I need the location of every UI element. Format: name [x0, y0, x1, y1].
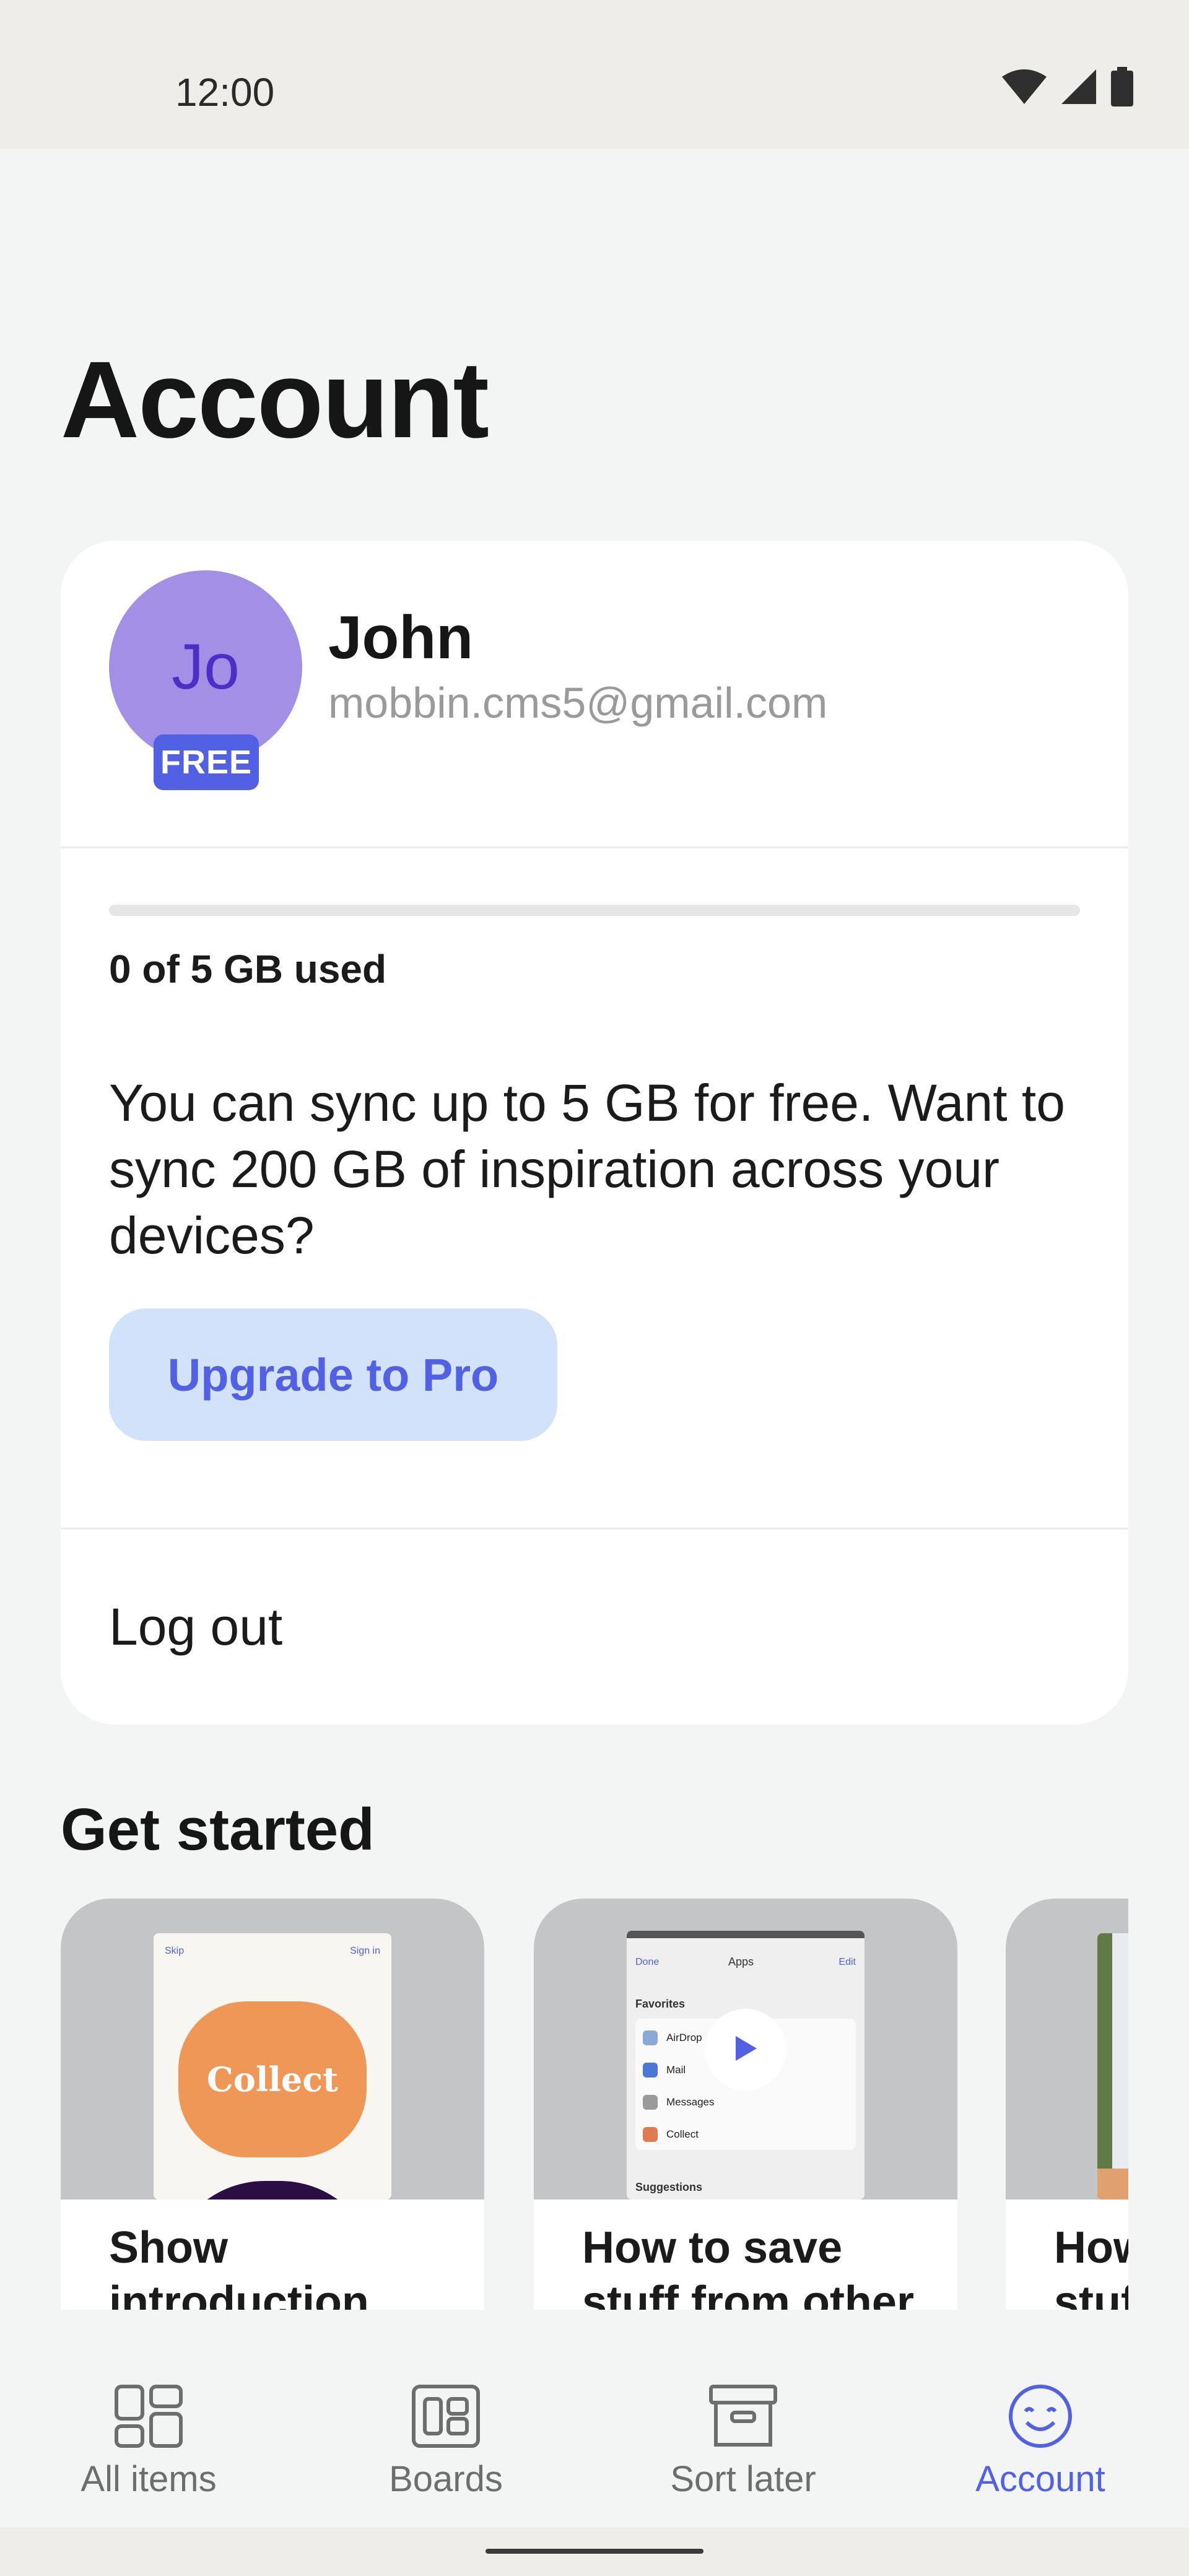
cellular-signal-icon — [1060, 68, 1097, 105]
phone-screenshot: Skip Sign in Collect — [154, 1933, 391, 2200]
account-card: Jo FREE John mobbin.cms5@gmail.com 0 of … — [61, 541, 1128, 1725]
gesture-handle[interactable] — [486, 2549, 703, 2554]
guide-card-introduction[interactable]: Skip Sign in Collect Show introduction — [61, 1899, 484, 2310]
plan-badge: FREE — [154, 734, 259, 790]
guide-thumbnail: Skip Sign in Collect — [61, 1899, 484, 2200]
guide-thumbnail: Done Apps Edit Favorites AirDrop Mail Me… — [534, 1899, 957, 2200]
thumb-headline: Collect — [206, 2060, 339, 2099]
nav-account[interactable]: Account — [892, 2310, 1189, 2528]
user-email: mobbin.cms5@gmail.com — [328, 679, 828, 727]
thumb-favorites-text: Favorites — [635, 1998, 686, 2010]
nav-label: Account — [975, 2459, 1105, 2499]
nav-label: Sort later — [670, 2459, 816, 2499]
log-out-button[interactable]: Log out — [61, 1530, 1128, 1725]
thumb-sign-in-text: Sign in — [350, 1946, 380, 1956]
upsell-text: You can sync up to 5 GB for free. Want t… — [109, 1074, 1065, 1264]
thumb-edit-text: Edit — [838, 1957, 856, 1967]
archive-box-icon — [708, 2384, 778, 2448]
smiley-icon — [1006, 2384, 1075, 2448]
nav-label: Boards — [389, 2459, 503, 2499]
page-title: Account — [61, 339, 489, 461]
thumb-skip-text: Skip — [165, 1946, 185, 1956]
play-icon — [732, 2034, 759, 2066]
storage-usage-label: 0 of 5 GB used — [109, 947, 387, 991]
wifi-icon — [1001, 68, 1048, 105]
nav-label: All items — [81, 2459, 217, 2499]
thumb-suggestions-text: Suggestions — [635, 2181, 703, 2193]
phone-screenshot — [1097, 1933, 1128, 2200]
boards-icon — [411, 2384, 481, 2448]
guide-card-label: Show introduction — [109, 2223, 369, 2310]
status-bar: 12:00 — [0, 0, 1189, 149]
thumb-list-row: Collect — [643, 2119, 853, 2150]
thumb-done-text: Done — [635, 1957, 660, 1967]
play-video-button[interactable] — [705, 2009, 786, 2091]
grid-icon — [114, 2384, 183, 2448]
guide-card-label: How to save stuff — [1054, 2223, 1128, 2310]
user-name: John — [328, 603, 474, 671]
nav-boards[interactable]: Boards — [297, 2310, 594, 2528]
status-icons — [1001, 67, 1135, 107]
log-out-label: Log out — [109, 1598, 283, 1656]
gesture-navigation-area — [0, 2528, 1189, 2576]
guide-card-save-from-apps[interactable]: Done Apps Edit Favorites AirDrop Mail Me… — [534, 1899, 957, 2310]
decorative-shape — [166, 2181, 379, 2200]
bottom-navigation: All items Boards Sort later Account — [0, 2310, 1189, 2528]
thumb-list-row: Messages — [643, 2087, 853, 2118]
get-started-carousel[interactable]: Skip Sign in Collect Show introduction D… — [61, 1899, 1128, 2310]
battery-icon — [1110, 67, 1135, 107]
guide-card-save-stuff[interactable]: How to save stuff — [1006, 1899, 1128, 2310]
get-started-title: Get started — [61, 1796, 375, 1863]
collect-logo: Collect — [178, 2001, 367, 2157]
status-time: 12:00 — [175, 70, 275, 115]
avatar-initials: Jo — [172, 630, 240, 703]
guide-thumbnail — [1006, 1899, 1128, 2200]
thumb-title-text: Apps — [728, 1956, 754, 1968]
divider — [61, 846, 1128, 848]
upgrade-to-pro-button[interactable]: Upgrade to Pro — [109, 1308, 557, 1441]
nav-all-items[interactable]: All items — [0, 2310, 297, 2528]
storage-progress-bar — [109, 905, 1080, 916]
guide-card-label: How to save stuff from other — [582, 2223, 914, 2310]
nav-sort-later[interactable]: Sort later — [594, 2310, 892, 2528]
